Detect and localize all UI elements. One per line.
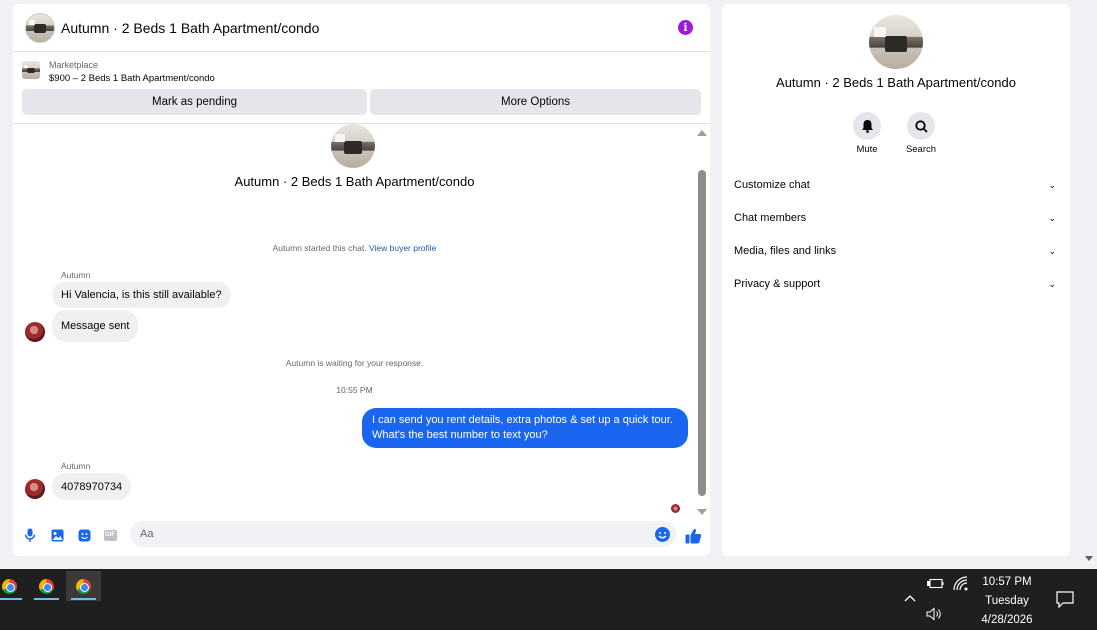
message-composer: GIF	[13, 520, 710, 550]
bell-icon[interactable]	[853, 112, 881, 140]
more-options-button[interactable]: More Options	[370, 89, 701, 115]
outgoing-message-line: I can send you rent details, extra photo…	[372, 414, 673, 426]
message-bubble[interactable]: Hi Valencia, is this still available?	[52, 282, 231, 308]
seen-avatar	[671, 504, 680, 513]
clock-date: 4/28/2026	[981, 614, 1033, 626]
chrome-icon	[2, 578, 17, 594]
info-panel-thumbnail[interactable]	[869, 15, 923, 69]
page-scroll-down-icon[interactable]	[1085, 556, 1093, 561]
chat-header-title[interactable]: Autumn · 2 Beds 1 Bath Apartment/condo	[61, 20, 319, 36]
search-icon[interactable]	[907, 112, 935, 140]
mark-as-pending-button[interactable]: Mark as pending	[22, 89, 367, 115]
info-panel-title: Autumn · 2 Beds 1 Bath Apartment/condo	[776, 75, 1016, 90]
scroll-down-arrow-icon[interactable]	[697, 509, 707, 515]
marketplace-thumbnail[interactable]	[22, 61, 40, 79]
system-clock[interactable]: 10:57 PM Tuesday 4/28/2026	[970, 573, 1044, 630]
mute-label: Mute	[856, 144, 878, 155]
wifi-icon[interactable]	[952, 575, 968, 591]
outgoing-message-line: What's the best number to text you?	[372, 429, 548, 441]
listing-price-title[interactable]: $900 – 2 Beds 1 Bath Apartment/condo	[49, 73, 215, 84]
gif-icon[interactable]: GIF	[103, 528, 117, 542]
gif-label: GIF	[103, 529, 117, 541]
customize-chat-section[interactable]: Customize chat ⌄	[734, 175, 1056, 195]
chat-info-panel: Autumn · 2 Beds 1 Bath Apartment/condo M…	[722, 4, 1070, 556]
chevron-down-icon: ⌄	[1048, 212, 1056, 223]
marketplace-label: Marketplace	[49, 60, 99, 70]
show-hidden-icons-icon[interactable]	[903, 591, 917, 605]
search-label: Search	[905, 144, 937, 155]
battery-icon[interactable]	[926, 576, 944, 590]
taskbar-chrome-app[interactable]	[29, 571, 64, 601]
chevron-down-icon: ⌄	[1048, 278, 1056, 289]
conversation-thumbnail	[331, 124, 375, 168]
scroll-up-arrow-icon[interactable]	[697, 130, 707, 136]
marketplace-bar: Marketplace $900 – 2 Beds 1 Bath Apartme…	[13, 52, 710, 124]
section-label: Privacy & support	[734, 278, 821, 290]
conversation-title: Autumn · 2 Beds 1 Bath Apartment/condo	[234, 174, 475, 189]
outgoing-message-bubble[interactable]: I can send you rent details, extra photo…	[362, 408, 688, 448]
chat-scrollbar[interactable]	[697, 130, 707, 515]
clock-day: Tuesday	[985, 595, 1029, 607]
taskbar: 10:57 PM Tuesday 4/28/2026	[0, 569, 1097, 630]
taskbar-chrome-app[interactable]	[0, 571, 27, 601]
message-list: Autumn · 2 Beds 1 Bath Apartment/condo A…	[13, 124, 710, 514]
message-bubble[interactable]: Message sent	[52, 310, 139, 342]
notification-center-icon[interactable]	[1055, 590, 1075, 608]
message-input[interactable]	[130, 521, 676, 547]
chat-started-notice: Autumn started this chat. View buyer pro…	[13, 243, 696, 253]
avatar[interactable]	[25, 322, 45, 342]
chrome-icon	[39, 578, 54, 594]
info-icon[interactable]: i	[678, 20, 693, 35]
sender-name: Autumn	[61, 461, 91, 471]
view-buyer-profile-link[interactable]: View buyer profile	[369, 243, 436, 253]
section-label: Media, files and links	[734, 245, 837, 257]
scroll-thumb[interactable]	[698, 170, 706, 496]
message-bubble[interactable]: 4078970734	[52, 473, 132, 500]
app-running-indicator	[0, 598, 22, 600]
section-label: Customize chat	[734, 179, 810, 191]
sender-name: Autumn	[61, 270, 91, 280]
waiting-notice: Autumn is waiting for your response.	[285, 358, 424, 368]
chat-header: Autumn · 2 Beds 1 Bath Apartment/condo i	[13, 4, 710, 52]
avatar[interactable]	[25, 479, 45, 499]
chevron-down-icon: ⌄	[1048, 245, 1056, 256]
app-running-indicator	[71, 598, 96, 600]
listing-thumbnail[interactable]	[25, 12, 55, 43]
microphone-icon[interactable]	[23, 528, 37, 542]
privacy-support-section[interactable]: Privacy & support ⌄	[734, 274, 1056, 294]
chat-members-section[interactable]: Chat members ⌄	[734, 208, 1056, 228]
chrome-icon	[76, 578, 91, 594]
photo-icon[interactable]	[50, 528, 64, 542]
chat-started-text: Autumn started this chat.	[272, 243, 367, 253]
message-timestamp: 10:55 PM	[336, 385, 373, 395]
section-label: Chat members	[734, 212, 807, 224]
app-running-indicator	[34, 598, 59, 600]
clock-time: 10:57 PM	[982, 576, 1032, 588]
media-files-links-section[interactable]: Media, files and links ⌄	[734, 241, 1056, 261]
chat-panel: Autumn · 2 Beds 1 Bath Apartment/condo i…	[13, 4, 710, 556]
emoji-icon[interactable]	[655, 527, 670, 542]
taskbar-chrome-app-active[interactable]	[66, 571, 101, 601]
search-button[interactable]: Search	[901, 112, 941, 155]
thumbs-up-icon[interactable]	[685, 527, 702, 544]
sticker-icon[interactable]	[77, 528, 91, 542]
volume-icon[interactable]	[926, 606, 944, 622]
mute-button[interactable]: Mute	[847, 112, 887, 155]
chevron-down-icon: ⌄	[1048, 179, 1056, 190]
